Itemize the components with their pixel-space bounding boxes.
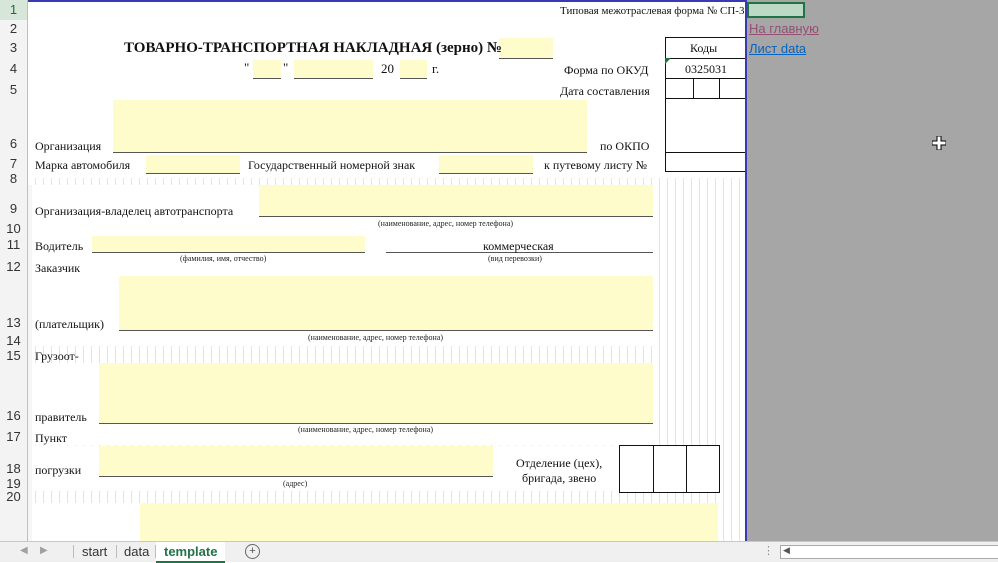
date-day-field[interactable] <box>253 60 281 78</box>
loading-point-label-2: погрузки <box>35 463 82 477</box>
organization-field[interactable] <box>113 100 587 152</box>
row-header[interactable]: 11 <box>0 236 27 254</box>
customer-field[interactable] <box>119 276 653 330</box>
row-header[interactable]: 13 <box>0 276 27 334</box>
date-quote-open: " <box>244 60 250 75</box>
shipper-label-1: Грузоот- <box>35 349 79 363</box>
tab-start[interactable]: start <box>74 542 115 561</box>
vehicle-owner-label: Организация-владелец автотранспорта <box>35 204 234 218</box>
customer-label: Заказчик <box>35 261 81 275</box>
row-header[interactable]: 8 <box>0 172 27 185</box>
loading-point-label-1: Пункт <box>35 431 68 445</box>
transport-type-value[interactable]: коммерческая <box>483 239 554 253</box>
add-sheet-icon[interactable]: + <box>245 544 260 559</box>
department-table <box>619 445 720 493</box>
row-20-field[interactable] <box>140 503 718 541</box>
loading-point-hint: (адрес) <box>283 479 308 488</box>
selected-cell[interactable] <box>747 2 805 18</box>
row-header[interactable]: 1 <box>0 0 27 20</box>
okud-code[interactable]: 0325031 <box>685 62 727 76</box>
driver-label: Водитель <box>35 239 84 253</box>
row-headers[interactable]: 1 2 3 4 5 6 7 8 9 10 11 12 13 14 15 16 1… <box>0 0 28 541</box>
driver-hint: (фамилия, имя, отчество) <box>180 254 267 263</box>
vehicle-owner-field[interactable] <box>259 185 653 216</box>
okpo-label: по ОКПО <box>600 139 650 153</box>
scroll-split-icon[interactable]: ⋮ <box>763 544 774 557</box>
link-data-sheet[interactable]: Лист data <box>749 41 806 56</box>
codes-header: Коды <box>690 41 718 55</box>
sheet-tab-bar: ◀ ▶ start data template + ⋮ ◀ <box>0 541 998 563</box>
row-header[interactable]: 2 <box>0 20 27 38</box>
date-year-prefix: 20 <box>381 61 394 76</box>
date-compiled-label: Дата составления <box>560 84 650 98</box>
plate-number-field[interactable] <box>439 155 533 173</box>
tab-data[interactable]: data <box>116 542 157 561</box>
organization-label: Организация <box>35 139 102 153</box>
payer-label: (плательщик) <box>35 317 104 331</box>
row-header[interactable]: 14 <box>0 334 27 348</box>
plate-label: Государственный номерной знак <box>248 158 416 172</box>
form-type-label: Типовая межотраслевая форма № СП-31 <box>560 5 746 17</box>
row-header[interactable]: 3 <box>0 38 27 58</box>
outside-print-area[interactable] <box>747 0 998 541</box>
tab-scroll-right-icon[interactable]: ▶ <box>40 545 48 556</box>
transport-type-hint: (вид перевозки) <box>488 254 542 263</box>
row-header[interactable]: 9 <box>0 185 27 221</box>
cell-cursor-icon <box>932 136 946 150</box>
tab-template[interactable]: template <box>156 542 226 563</box>
row-header[interactable]: 20 <box>0 490 27 503</box>
row-header[interactable]: 5 <box>0 80 27 100</box>
tab-scroll-left-icon[interactable]: ◀ <box>20 545 28 556</box>
shipper-field[interactable] <box>99 363 653 423</box>
link-main-page[interactable]: На главную <box>749 21 819 36</box>
row-header[interactable]: 15 <box>0 348 27 363</box>
loading-point-field[interactable] <box>99 446 493 476</box>
row-header[interactable]: 4 <box>0 58 27 80</box>
horizontal-scrollbar[interactable]: ◀ <box>780 545 998 559</box>
shipper-label-2: правитель <box>35 410 87 424</box>
driver-field[interactable] <box>92 236 365 252</box>
shipper-hint: (наименование, адрес, номер телефона) <box>298 425 434 434</box>
date-year-field[interactable] <box>400 60 427 78</box>
date-month-field[interactable] <box>294 60 373 78</box>
vehicle-owner-hint: (наименование, адрес, номер телефона) <box>378 219 514 228</box>
row-header[interactable]: 17 <box>0 428 27 446</box>
car-brand-label: Марка автомобиля <box>35 158 131 172</box>
comment-marker-icon <box>665 58 671 64</box>
date-quote-close: " <box>283 60 289 75</box>
page-title: ТОВАРНО-ТРАНСПОРТНАЯ НАКЛАДНАЯ (зерно) № <box>124 40 502 56</box>
scroll-left-arrow-icon[interactable]: ◀ <box>783 545 790 556</box>
template-sheet[interactable]: Типовая межотраслевая форма № СП-31 ТОВА… <box>28 0 746 541</box>
invoice-number-field[interactable] <box>499 38 553 58</box>
okud-label: Форма по ОКУД <box>564 63 649 77</box>
car-brand-field[interactable] <box>146 155 240 173</box>
row-header[interactable]: 16 <box>0 363 27 428</box>
row-header[interactable]: 18 <box>0 446 27 478</box>
row-header[interactable]: 10 <box>0 221 27 236</box>
row-header[interactable]: 6 <box>0 100 27 155</box>
customer-hint: (наименование, адрес, номер телефона) <box>308 333 444 342</box>
department-label-1: Отделение (цех), <box>516 456 603 470</box>
date-year-suffix: г. <box>432 61 440 76</box>
waybill-label: к путевому листу № <box>544 158 648 172</box>
department-label-2: бригада, звено <box>522 471 597 485</box>
row-header[interactable]: 12 <box>0 254 27 276</box>
